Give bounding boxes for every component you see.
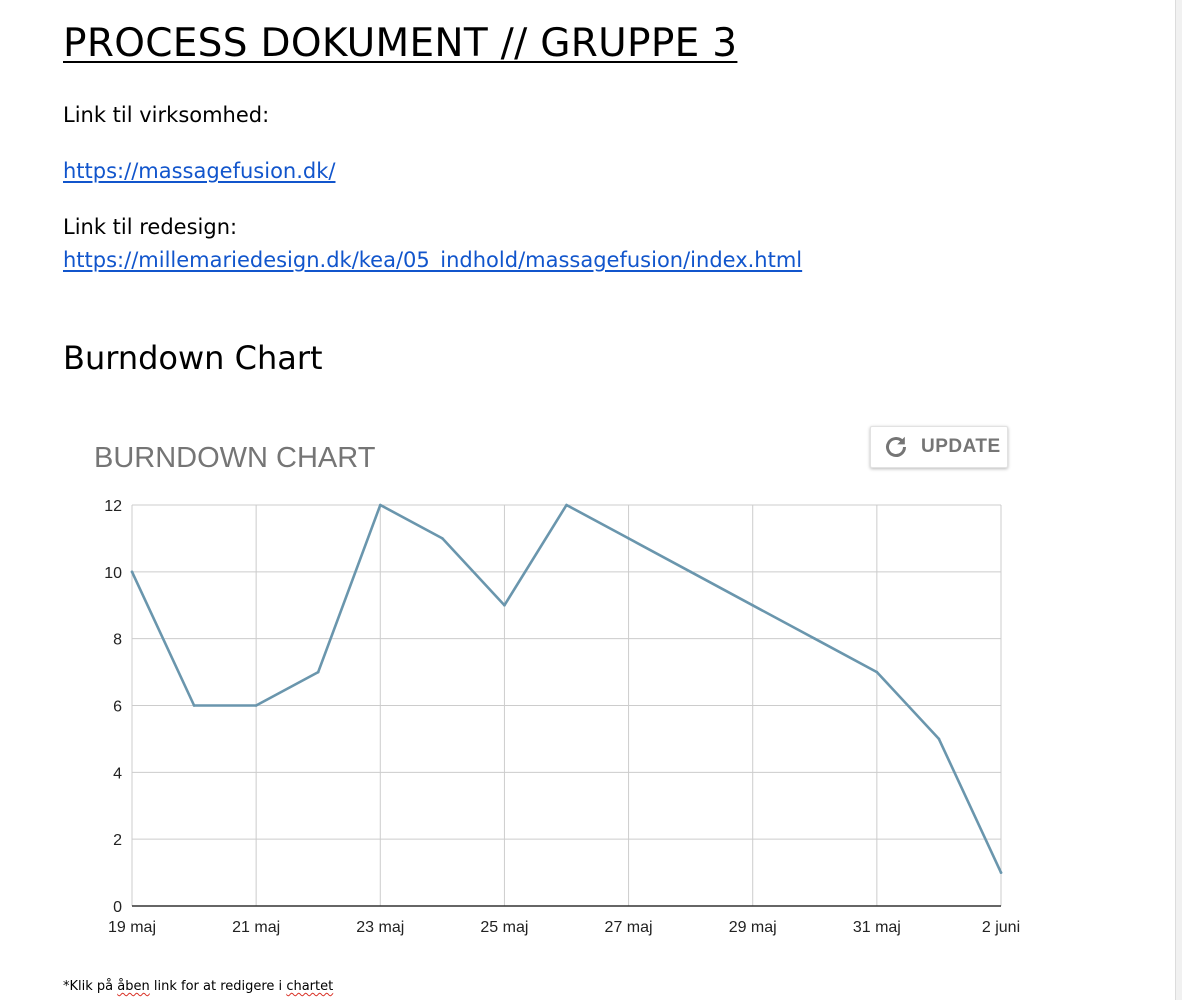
company-link-paragraph: https://massagefusion.dk/ [63,156,335,186]
chart-title: BURNDOWN CHART [94,442,376,474]
update-button[interactable]: UPDATE [870,426,1008,468]
y-tick-label: 4 [113,765,122,782]
x-tick-label: 31 maj [853,919,901,936]
data-point [751,603,755,607]
y-tick-label: 10 [104,565,122,582]
footnote-text-2: link for at redigere i [149,979,287,994]
refresh-icon [881,432,911,462]
burndown-section-heading: Burndown Chart [63,339,323,377]
data-point [503,603,506,607]
data-point [316,670,320,674]
data-point [254,704,258,707]
footnote-misspelled-word-2: chartet [286,979,334,994]
y-tick-label: 12 [104,498,122,515]
burndown-chart-plot: 0 2 4 6 8 10 12 19 maj 21 maj 23 maj 25 maj 27 maj 2… [104,498,1020,936]
x-tick-label: 21 maj [232,919,280,936]
y-tick-label: 6 [113,699,122,716]
data-point [689,570,692,574]
redesign-link[interactable]: https://millemariedesign.dk/kea/05_indho… [63,248,802,272]
data-point [565,503,568,507]
x-tick-label: 27 maj [605,919,653,936]
burndown-chart-widget[interactable]: 0 2 4 6 8 10 12 19 maj 21 maj 23 maj 25 maj 27 maj 2… [70,412,1030,952]
document-title: PROCESS DOKUMENT // GRUPPE 3 [63,21,738,66]
redesign-link-label: Link til redesign: [63,215,238,239]
data-point [813,637,817,640]
data-point [192,704,196,707]
data-point [999,871,1003,874]
update-button-label: UPDATE [921,436,1001,457]
chart-edit-footnote: *Klik på åben link for at redigere i cha… [63,978,333,996]
company-link-label: Link til virksomhed: [63,103,270,127]
x-tick-label: 29 maj [729,919,777,936]
x-tick-label: 2 juni [982,919,1020,936]
y-tick-label: 2 [113,832,122,849]
x-tick-label: 25 maj [480,919,528,936]
data-point [875,670,879,674]
data-point [627,537,630,540]
y-tick-label: 8 [113,632,122,649]
company-link[interactable]: https://massagefusion.dk/ [63,159,335,183]
x-tick-label: 19 maj [108,919,156,936]
y-tick-label: 0 [113,899,122,916]
footnote-misspelled-word-1: åben [117,979,150,994]
footnote-text-1: *Klik på [63,979,118,994]
burndown-series-line [130,503,1003,874]
redesign-link-paragraph: https://millemariedesign.dk/kea/05_indho… [63,245,802,275]
x-tick-label: 23 maj [356,919,404,936]
data-point [130,570,134,574]
data-point [937,737,941,741]
page-scroll-edge [1175,0,1182,1000]
data-point [441,537,444,540]
data-point [378,503,382,507]
